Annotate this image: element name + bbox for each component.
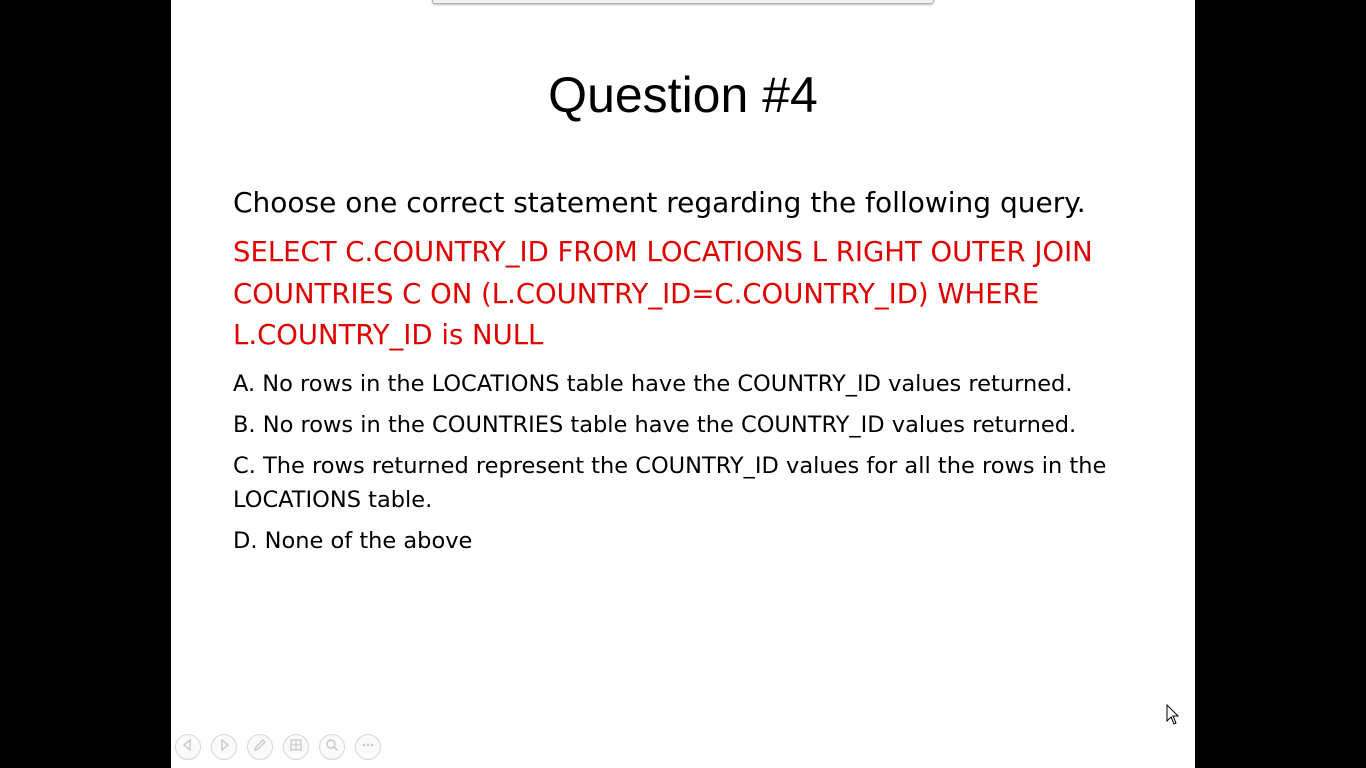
mouse-pointer-icon — [1166, 703, 1180, 726]
more-icon — [360, 737, 376, 758]
sql-query: SELECT C.COUNTRY_ID FROM LOCATIONS L RIG… — [233, 236, 1093, 351]
option-b: B. No rows in the COUNTRIES table have t… — [233, 411, 1077, 438]
pen-icon — [252, 737, 268, 758]
pen-tool-button[interactable] — [247, 734, 273, 760]
next-slide-button[interactable] — [211, 734, 237, 760]
zoom-button[interactable] — [319, 734, 345, 760]
slideshow-controls — [175, 734, 381, 760]
more-options-button[interactable] — [355, 734, 381, 760]
option-d: D. None of the above — [233, 527, 473, 554]
question-intro: Choose one correct statement regarding t… — [233, 186, 1086, 219]
previous-icon — [180, 737, 196, 758]
slide-body: Choose one correct statement regarding t… — [233, 182, 1143, 565]
slide-title: Question #4 — [548, 67, 818, 123]
option-c: C. The rows returned represent the COUNT… — [233, 452, 1107, 513]
next-icon — [216, 737, 232, 758]
slides-icon — [288, 737, 304, 758]
zoom-icon — [324, 737, 340, 758]
presentation-screen: Question #4 Choose one correct statement… — [0, 0, 1366, 768]
slide-top-tab — [432, 0, 934, 4]
see-all-slides-button[interactable] — [283, 734, 309, 760]
option-a: A. No rows in the LOCATIONS table have t… — [233, 370, 1073, 397]
slide[interactable]: Question #4 Choose one correct statement… — [171, 0, 1195, 768]
previous-slide-button[interactable] — [175, 734, 201, 760]
